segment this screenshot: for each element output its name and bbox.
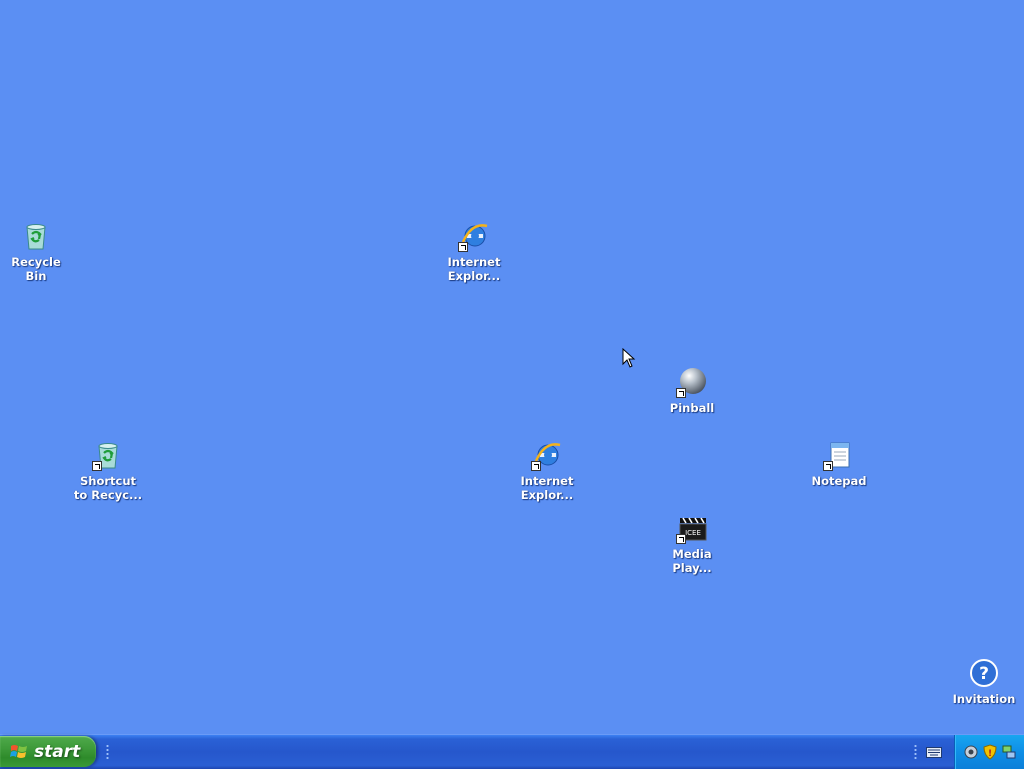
recycle-bin-icon <box>20 220 52 252</box>
svg-text:!: ! <box>988 749 992 759</box>
windows-logo-icon <box>10 743 28 761</box>
shortcut-arrow-icon <box>531 461 541 471</box>
icon-label: Media Play... <box>672 547 712 575</box>
shortcut-arrow-icon <box>823 461 833 471</box>
taskbar-grip-right[interactable] <box>914 744 917 760</box>
shortcut-arrow-icon <box>92 461 102 471</box>
desktop-icon-pinball[interactable]: Pinball <box>654 366 730 415</box>
taskbar-grip[interactable] <box>106 744 109 760</box>
svg-text:ICEE: ICEE <box>685 529 701 537</box>
media-player-icon: ICEE <box>676 512 708 544</box>
notepad-icon <box>823 439 855 471</box>
icon-label: Notepad <box>811 474 867 488</box>
desktop-icon-recycle-bin[interactable]: Recycle Bin <box>0 220 74 283</box>
icon-label: Internet Explor... <box>520 474 574 502</box>
system-tray: ! <box>954 735 1024 769</box>
desktop-icon-shortcut-to-recycle-bin[interactable]: Shortcut to Recyc... <box>70 439 146 502</box>
svg-text:?: ? <box>979 664 989 684</box>
keyboard-icon[interactable] <box>926 747 942 758</box>
mouse-cursor-icon <box>622 348 636 368</box>
pinball-icon <box>676 366 708 398</box>
start-label: start <box>34 741 81 762</box>
recycle-bin-icon <box>92 439 124 471</box>
internet-explorer-icon <box>458 220 490 252</box>
desktop-icon-notepad[interactable]: Notepad <box>801 439 877 488</box>
desktop-icon-invitation[interactable]: ? Invitation <box>946 657 1022 706</box>
internet-explorer-icon <box>531 439 563 471</box>
shortcut-arrow-icon <box>676 534 686 544</box>
desktop-icon-internet-explorer-2[interactable]: Internet Explor... <box>509 439 585 502</box>
help-icon: ? <box>968 657 1000 689</box>
shortcut-arrow-icon <box>458 242 468 252</box>
volume-icon[interactable] <box>963 744 979 760</box>
icon-label: Invitation <box>952 692 1016 706</box>
security-shield-icon[interactable]: ! <box>982 744 998 760</box>
icon-label: Recycle Bin <box>11 255 61 283</box>
icon-label: Pinball <box>669 401 715 415</box>
taskbar: start ! <box>0 734 1024 769</box>
start-button[interactable]: start <box>0 736 96 767</box>
desktop[interactable]: Recycle Bin Internet Explor... Pinball S… <box>0 0 1024 734</box>
icon-label: Shortcut to Recyc... <box>73 474 143 502</box>
shortcut-arrow-icon <box>676 388 686 398</box>
desktop-icon-internet-explorer[interactable]: Internet Explor... <box>436 220 512 283</box>
icon-label: Internet Explor... <box>447 255 501 283</box>
network-icon[interactable] <box>1001 744 1017 760</box>
desktop-icon-media-player[interactable]: ICEE Media Play... <box>654 512 730 575</box>
